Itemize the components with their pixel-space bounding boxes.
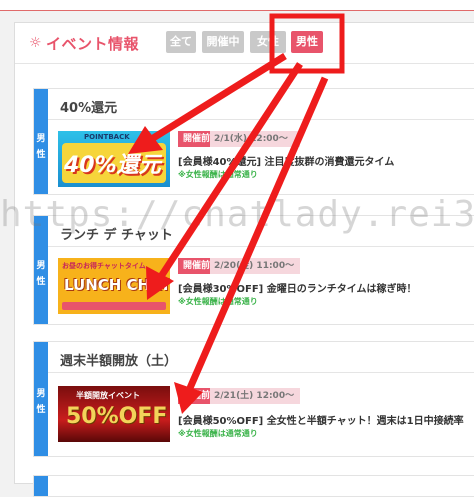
thumb-caption: 半額開放イベント (76, 391, 140, 400)
divider (48, 246, 474, 247)
event-card-1[interactable]: 男 性 40%還元 POINTBACK 40%還元 開催前 2/1(水) 12:… (33, 88, 474, 195)
event-card-3[interactable]: 男 性 週末半額開放（土） 半額開放イベント 50%OFF 開催前 2/21(土… (33, 341, 474, 457)
event-card-2[interactable]: 男 性 ランチ デ チャット お昼のお得チャットタイム LUNCH CHAT 開… (33, 215, 474, 325)
side-char: 男 (36, 389, 46, 399)
divider (48, 119, 474, 120)
panel-header: ☼ イベント情報 全て 開催中 女性 男性 (15, 23, 474, 64)
event-date: 2/1(水) 12:00〜 (210, 131, 300, 147)
event-thumbnail[interactable]: お昼のお得チャットタイム LUNCH CHAT (58, 258, 170, 314)
thumb-main-text: 40%還元 (64, 153, 161, 178)
thumb-caption: お昼のお得チャットタイム (62, 262, 146, 270)
event-description: [会員様50%OFF] 全女性と半額チャット！週末は1日中接続率 (178, 416, 464, 427)
side-char: 性 (36, 277, 46, 287)
category-sidebar: 男 性 (34, 216, 48, 324)
event-note: ※女性報酬は通常通り (178, 297, 258, 306)
event-description: [会員様30%OFF] 金曜日のランチタイムは稼ぎ時！ (178, 284, 417, 295)
side-char: 男 (36, 261, 46, 271)
event-date: 2/21(土) 12:00〜 (210, 388, 300, 404)
event-note: ※女性報酬は通常通り (178, 429, 258, 438)
section-title: イベント情報 (46, 35, 140, 53)
event-thumbnail[interactable]: POINTBACK 40%還元 (58, 131, 170, 187)
event-description: [会員様40%還元] 注目度抜群の消費還元タイム (178, 157, 395, 168)
category-sidebar: 男 性 (34, 89, 48, 194)
event-panel: ☼ イベント情報 全て 開催中 女性 男性 男 性 40%還元 POINTBAC… (14, 22, 474, 497)
top-strip (0, 0, 474, 11)
tab-ongoing[interactable]: 開催中 (202, 31, 244, 53)
event-card-4-partial[interactable] (33, 475, 474, 497)
tab-all[interactable]: 全て (166, 31, 196, 53)
side-char: 性 (36, 150, 46, 160)
tab-male[interactable]: 男性 (291, 31, 323, 53)
thumb-main-text: LUNCH CHAT (64, 276, 170, 294)
thumb-caption: POINTBACK (84, 133, 130, 141)
side-char: 性 (36, 405, 46, 415)
event-date: 2/20(金) 11:00〜 (210, 258, 300, 274)
thumb-stripe (62, 302, 166, 310)
event-title[interactable]: 週末半額開放（土） (60, 350, 177, 369)
category-sidebar (34, 476, 48, 496)
sun-icon: ☼ (29, 35, 42, 51)
tab-female[interactable]: 女性 (250, 31, 286, 53)
event-thumbnail[interactable]: 半額開放イベント 50%OFF (58, 386, 170, 442)
divider (48, 372, 474, 373)
side-char: 男 (36, 134, 46, 144)
event-title[interactable]: ランチ デ チャット (60, 224, 173, 243)
category-sidebar: 男 性 (34, 342, 48, 456)
thumb-main-text: 50%OFF (66, 404, 168, 429)
event-note: ※女性報酬は通常通り (178, 170, 258, 179)
event-title[interactable]: 40%還元 (60, 97, 117, 116)
